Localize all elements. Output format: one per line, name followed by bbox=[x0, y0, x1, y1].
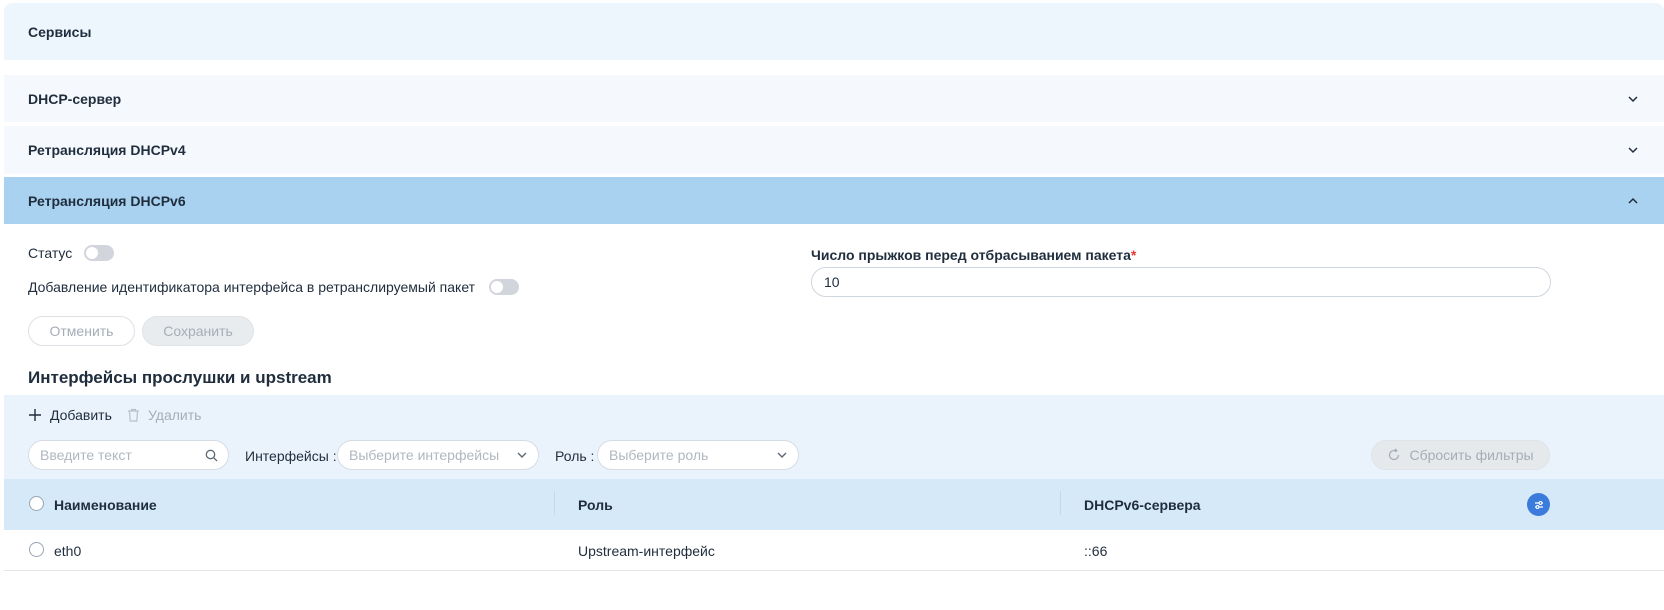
column-settings-button[interactable] bbox=[1527, 493, 1550, 516]
interface-id-label: Добавление идентификатора интерфейса в р… bbox=[28, 279, 476, 295]
column-divider[interactable] bbox=[554, 491, 555, 515]
column-role[interactable]: Роль bbox=[578, 497, 613, 513]
status-label: Статус bbox=[28, 245, 73, 261]
cell-role: Upstream-интерфейс bbox=[578, 543, 715, 559]
interface-id-row: Добавление идентификатора интерфейса в р… bbox=[28, 279, 520, 295]
chevron-down-icon bbox=[1628, 95, 1638, 102]
filter-interfaces-label: Интерфейсы : bbox=[245, 448, 337, 464]
add-button[interactable]: Добавить bbox=[28, 407, 112, 423]
cell-servers: ::66 bbox=[1084, 543, 1108, 559]
delete-label: Удалить bbox=[148, 407, 202, 423]
chevron-down-icon bbox=[1628, 147, 1638, 154]
accordion-label: DHCP-сервер bbox=[28, 90, 122, 107]
column-dhcpv6-servers[interactable]: DHCPv6-сервера bbox=[1084, 497, 1201, 513]
column-divider[interactable] bbox=[1060, 491, 1061, 515]
status-toggle[interactable] bbox=[84, 245, 115, 261]
interfaces-title: Интерфейсы прослушки и upstream bbox=[28, 368, 332, 387]
column-name[interactable]: Наименование bbox=[54, 497, 157, 513]
hops-input[interactable]: 10 bbox=[811, 267, 1551, 297]
table-row[interactable] bbox=[4, 530, 1664, 571]
interface-id-toggle[interactable] bbox=[489, 279, 520, 295]
table-header bbox=[4, 479, 1664, 530]
chevron-down-icon bbox=[517, 452, 527, 458]
accordion-label: Ретрансляция DHCPv6 bbox=[28, 192, 186, 209]
sliders-icon bbox=[1534, 500, 1543, 509]
reset-label: Сбросить фильтры bbox=[1409, 447, 1534, 463]
reset-icon bbox=[1389, 448, 1400, 461]
reset-filters-button[interactable]: Сбросить фильтры bbox=[1371, 440, 1550, 470]
hops-input-value: 10 bbox=[824, 274, 840, 290]
filter-role-label: Роль : bbox=[555, 448, 595, 464]
add-label: Добавить bbox=[50, 407, 112, 423]
hops-label-text: Число прыжков перед отбрасыванием пакета bbox=[811, 247, 1131, 263]
trash-icon bbox=[128, 408, 139, 422]
chevron-up-icon bbox=[1628, 197, 1638, 204]
hops-label: Число прыжков перед отбрасыванием пакета… bbox=[811, 247, 1136, 263]
accordion-dhcpv6-relay[interactable]: Ретрансляция DHCPv6 bbox=[4, 177, 1664, 224]
select-all-checkbox[interactable] bbox=[29, 496, 44, 511]
select-placeholder: Выберите интерфейсы bbox=[349, 447, 500, 463]
accordion-dhcp-server[interactable]: DHCP-сервер bbox=[4, 75, 1664, 122]
search-icon bbox=[205, 449, 218, 461]
cell-name: eth0 bbox=[54, 543, 82, 559]
status-row: Статус bbox=[28, 245, 115, 261]
save-button[interactable]: Сохранить bbox=[142, 316, 254, 346]
select-placeholder: Выберите роль bbox=[609, 447, 709, 463]
cancel-button[interactable]: Отменить bbox=[28, 316, 135, 346]
plus-icon bbox=[29, 409, 41, 421]
accordion-dhcpv4-relay[interactable]: Ретрансляция DHCPv4 bbox=[4, 126, 1664, 174]
required-mark: * bbox=[1130, 247, 1137, 263]
accordion-label: Ретрансляция DHCPv4 bbox=[28, 142, 186, 158]
search-input[interactable]: Введите текст bbox=[28, 440, 229, 470]
services-page: Сервисы DHCP-сервер Ретрансляция DHCPv4 … bbox=[4, 3, 1664, 610]
delete-button[interactable]: Удалить bbox=[127, 407, 201, 423]
filter-interfaces-select[interactable]: Выберите интерфейсы bbox=[337, 440, 539, 470]
filter-role-select[interactable]: Выберите роль bbox=[597, 440, 799, 470]
section-title: Сервисы bbox=[4, 3, 1664, 60]
row-checkbox[interactable] bbox=[29, 542, 44, 557]
chevron-down-icon bbox=[777, 452, 787, 458]
search-placeholder: Введите текст bbox=[40, 447, 132, 463]
